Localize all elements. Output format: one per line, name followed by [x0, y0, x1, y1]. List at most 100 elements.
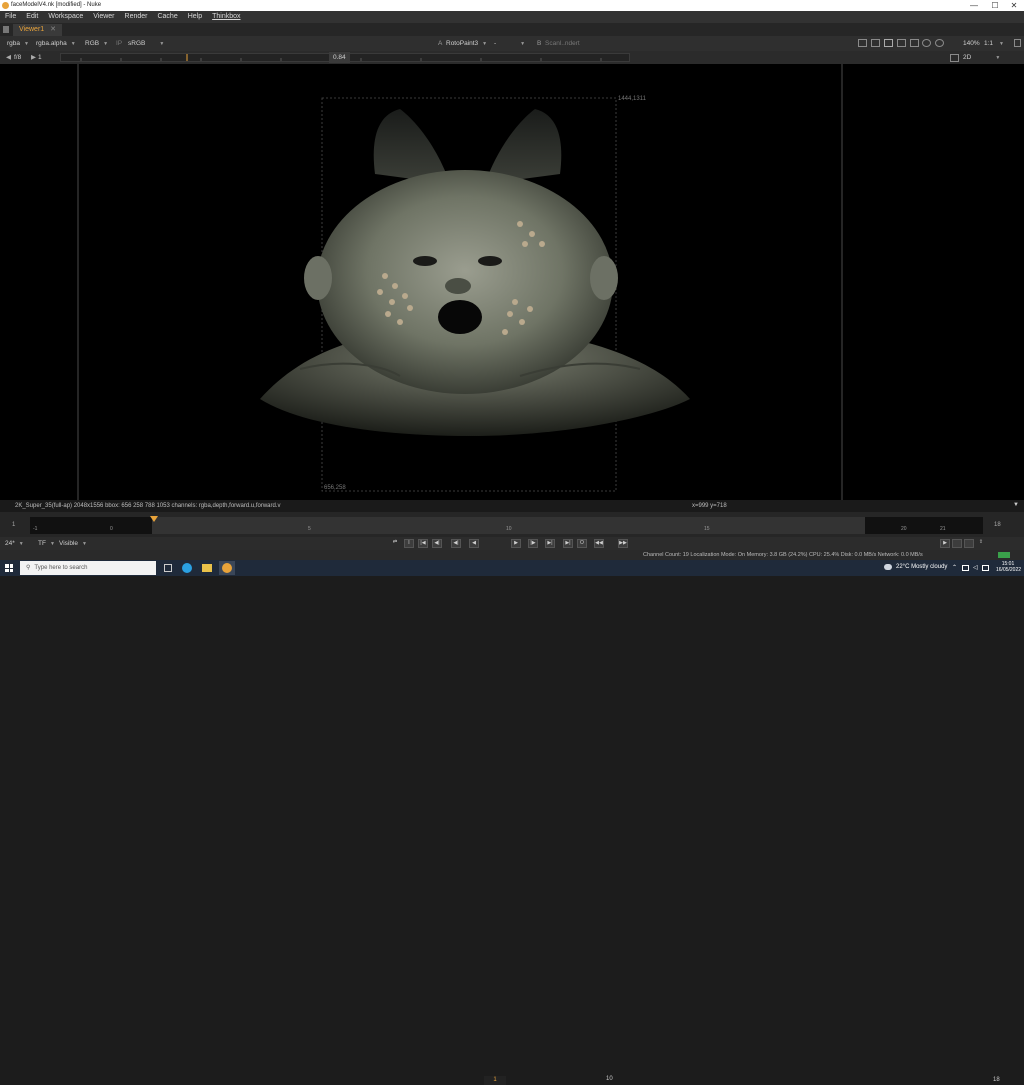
next-keyframe-button[interactable]: ▶| — [545, 539, 555, 548]
taskbar-search-input[interactable]: ⚲ Type here to search — [20, 561, 156, 575]
play-forward-button[interactable]: ▶ — [511, 539, 521, 548]
minimize-button[interactable]: — — [964, 0, 984, 11]
menu-cache[interactable]: Cache — [152, 11, 182, 23]
input-a-dropdown[interactable]: RotoPaint3 ▼ — [446, 38, 487, 49]
playhead[interactable] — [149, 516, 158, 522]
fstop-value[interactable]: f/8 — [14, 52, 21, 63]
roi-icon[interactable] — [858, 39, 867, 47]
next-frame-button[interactable]: |▶ — [528, 539, 538, 548]
menu-render[interactable]: Render — [120, 11, 153, 23]
volume-icon[interactable]: ◁ — [973, 564, 978, 571]
maximize-button[interactable]: ☐ — [985, 0, 1005, 11]
overlay-icon[interactable] — [871, 39, 880, 47]
playback-bar: 24* ▼ TF ▼ Visible ▼ ⇄ I |◀ ◀| ◀| ◀ 1 ▶ |▶ … — [0, 537, 1024, 1085]
gain-value[interactable]: 0.84 — [329, 52, 350, 63]
timeline-start[interactable]: 1 — [12, 522, 15, 528]
status-indicator-icon — [998, 552, 1010, 558]
timeline-tick-label: 5 — [308, 526, 311, 532]
tf-dropdown[interactable]: TF ▼ — [38, 538, 55, 549]
play-backward-button[interactable]: ◀ — [469, 539, 479, 548]
fps-dropdown[interactable]: 24* ▼ — [5, 538, 24, 549]
pane-menu-icon[interactable] — [3, 26, 9, 33]
visible-dropdown[interactable]: Visible ▼ — [59, 538, 87, 549]
clock-date: 16/05/2022 — [996, 567, 1022, 573]
windows-start-icon[interactable] — [5, 564, 13, 572]
input-a-label: A — [438, 40, 443, 47]
ip-toggle[interactable]: IP — [116, 38, 122, 49]
timeline-pre-range — [30, 517, 152, 534]
alpha-dropdown[interactable]: rgba.alpha ▼ — [36, 38, 76, 49]
clipping-icon[interactable] — [910, 39, 919, 47]
lut-icon[interactable] — [897, 39, 906, 47]
view-mode-value: 2D — [963, 54, 972, 61]
visible-value: Visible — [59, 540, 79, 547]
file-explorer-icon[interactable] — [202, 564, 212, 572]
menu-viewer[interactable]: Viewer — [88, 11, 119, 23]
first-frame-button[interactable]: |◀ — [418, 539, 428, 548]
skip-back-button[interactable]: ◀◀ — [594, 539, 604, 548]
colorspace-dropdown[interactable]: sRGB ▼ — [128, 38, 164, 49]
last-frame-button[interactable]: ▶| — [563, 539, 573, 548]
grid-icon[interactable] — [950, 54, 959, 62]
end-frame-field[interactable]: 18 — [993, 1077, 1000, 1083]
nuke-logo-icon — [2, 2, 9, 9]
keyboard-icon[interactable] — [982, 565, 989, 571]
wipe-icon[interactable] — [884, 39, 893, 47]
tab-close-icon[interactable]: ✕ — [50, 26, 56, 33]
menu-edit[interactable]: Edit — [21, 11, 43, 23]
frame-step-value[interactable]: 1 — [38, 52, 42, 63]
viewer-info-bar: 2K_Super_35(full-ap) 2048x1556 bbox: 656… — [0, 500, 1024, 512]
menu-file[interactable]: File — [0, 11, 21, 23]
playback-options-icon[interactable]: ⇄ — [390, 539, 400, 548]
timeline-end[interactable]: 18 — [994, 522, 1001, 528]
mark-out-button[interactable]: O — [577, 539, 587, 548]
menu-thinkbox[interactable]: Thinkbox — [207, 11, 245, 23]
lock-icon[interactable] — [964, 539, 974, 548]
clock[interactable]: 15:01 16/05/2022 — [996, 561, 1022, 573]
zoom-dropdown[interactable]: 140% — [963, 38, 980, 49]
fstop-arrow-icon[interactable]: ◀ — [6, 52, 11, 63]
menu-bar: File Edit Workspace Viewer Render Cache Help Th… — [0, 11, 1024, 23]
timeline: 1 -1 0 5 10 15 20 21 18 — [0, 512, 1024, 537]
tray-chevron-icon[interactable]: ⌃ — [952, 564, 957, 571]
flipbook-icon[interactable]: ▶ — [940, 539, 950, 548]
channels-value: rgba — [7, 40, 21, 47]
status-bar: Channel Count: 19 Localization Mode: On … — [0, 550, 1024, 560]
display-value: RGB — [85, 40, 100, 47]
proxy-icon[interactable] — [935, 39, 944, 47]
timeline-post-range — [865, 517, 983, 534]
view-mode-dropdown[interactable]: 2D ▼ — [963, 52, 1000, 63]
weather-text[interactable]: 22°C Mostly cloudy — [896, 564, 947, 570]
input-b-dropdown[interactable]: Scanl..ndert — [545, 38, 580, 49]
timeline-tick-label: -1 — [33, 526, 38, 532]
prev-keyframe-button[interactable]: ◀| — [432, 539, 442, 548]
skip-forward-button[interactable]: ▶▶ — [618, 539, 628, 548]
step-arrow-icon[interactable]: ▶ — [31, 52, 36, 63]
nuke-taskbar-icon — [222, 563, 232, 573]
viewer-image — [77, 64, 843, 500]
viewer-toolbar: rgba ▼ rgba.alpha ▼ RGB ▼ IP sRGB ▼ A RotoPa… — [0, 36, 1024, 83]
task-view-icon[interactable] — [164, 564, 172, 572]
menu-help[interactable]: Help — [183, 11, 207, 23]
channels-dropdown[interactable]: rgba ▼ — [7, 38, 29, 49]
info-expand-icon[interactable]: ▼ — [1013, 502, 1019, 508]
export-icon[interactable]: ⇪ — [976, 539, 986, 548]
increment-field[interactable]: 10 — [606, 1076, 613, 1082]
timeline-track[interactable]: -1 0 5 10 15 20 21 — [30, 516, 983, 534]
current-frame-field[interactable]: 1 — [484, 1076, 506, 1085]
prev-frame-button[interactable]: ◀| — [451, 539, 461, 548]
menu-workspace[interactable]: Workspace — [43, 11, 88, 23]
display-channel-dropdown[interactable]: RGB ▼ — [85, 38, 108, 49]
cache-icon[interactable] — [952, 539, 962, 548]
mark-in-button[interactable]: I — [404, 539, 414, 548]
viewer-settings-icon[interactable] — [1014, 39, 1021, 47]
compare-mode-dropdown[interactable]: - ▼ — [494, 38, 525, 49]
network-icon[interactable] — [962, 565, 969, 571]
viewer-canvas[interactable]: 1444,1311 656,258 — [0, 64, 1024, 500]
nuke-taskbar-button[interactable] — [219, 561, 235, 575]
close-button[interactable]: ✕ — [1004, 0, 1024, 11]
refresh-icon[interactable] — [922, 39, 931, 47]
tab-viewer1[interactable]: Viewer1 ✕ — [13, 24, 63, 36]
ratio-dropdown[interactable]: 1:1 ▼ — [984, 38, 1004, 49]
edge-browser-icon[interactable] — [182, 563, 192, 573]
